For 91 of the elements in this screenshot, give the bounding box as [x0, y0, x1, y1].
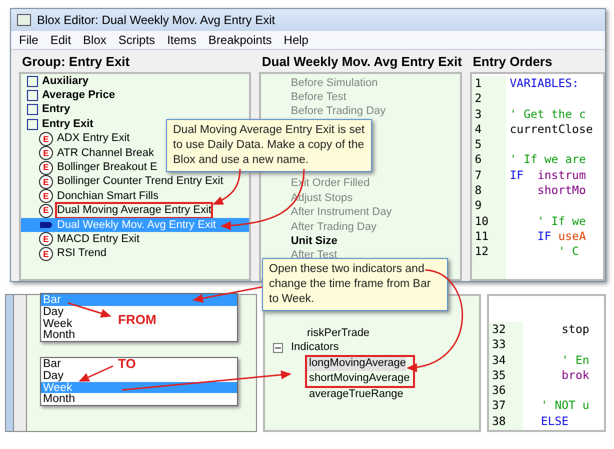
line-number: 1	[474, 76, 483, 92]
blox-list-item[interactable]: E MACD Entry Exit	[21, 232, 249, 247]
e-badge: E	[39, 204, 53, 218]
e-badge: E	[39, 160, 53, 175]
indicator-item[interactable]: longMovingAverage	[307, 356, 406, 372]
listbox-option[interactable]: Month	[43, 329, 75, 342]
menu-item[interactable]: Breakpoints	[202, 33, 278, 47]
arrow	[192, 286, 262, 303]
line-number: 35	[491, 368, 507, 384]
code-line: ' NOT u	[540, 398, 590, 414]
arrow	[78, 365, 114, 382]
code-line: ' If we are	[510, 152, 587, 168]
menu-item[interactable]: Blox	[77, 33, 112, 47]
line-number: 34	[491, 352, 507, 368]
line-number: 4	[474, 122, 483, 138]
square-icon	[27, 118, 38, 130]
annotation-label: FROM	[118, 312, 156, 327]
pill-icon	[40, 222, 52, 228]
e-badge: E	[39, 189, 53, 204]
code-line: ' C	[557, 244, 580, 260]
indicator-item[interactable]: averageTrueRange	[307, 388, 404, 402]
event-item[interactable]: Before Simulation	[260, 76, 378, 90]
e-badge: E	[39, 146, 53, 160]
listbox-option[interactable]: Month	[43, 393, 75, 406]
panel-heading: Dual Weekly Mov. Avg Entry Exit	[260, 54, 462, 71]
line-number: 7	[474, 168, 483, 184]
app-icon	[17, 14, 31, 26]
blox-list-item[interactable]: E RSI Trend	[21, 246, 249, 262]
event-item[interactable]: Before Trading Day	[260, 104, 386, 120]
blox-list-item[interactable]: Entry	[21, 102, 249, 118]
menu-item[interactable]: Help	[278, 33, 314, 47]
menu-item[interactable]: Items	[161, 33, 202, 47]
e-badge: E	[39, 174, 53, 189]
tree-item[interactable]: riskPerTrade	[273, 326, 370, 340]
line-number: 3	[474, 106, 483, 122]
line-number: 8	[474, 183, 483, 198]
blox-list-item[interactable]: Average Price	[21, 88, 249, 103]
line-number: 9	[474, 198, 483, 214]
line-number: 5	[474, 137, 483, 152]
code-line: IF useA	[536, 228, 587, 244]
e-badge: E	[39, 132, 53, 146]
line-number: 10	[474, 214, 490, 229]
menu-item[interactable]: File	[13, 33, 44, 47]
event-item[interactable]: Unit Size	[260, 234, 338, 249]
e-badge: E	[39, 232, 53, 246]
listbox-option[interactable]: Bar	[43, 358, 61, 370]
event-item[interactable]: Before Test	[260, 90, 346, 105]
listbox-option[interactable]: Day	[43, 306, 64, 318]
code-line: shortMo	[536, 183, 587, 198]
line-number: 38	[491, 414, 507, 430]
line-number: 2	[474, 91, 483, 107]
code-line: currentClose	[510, 122, 593, 138]
line-number: 37	[491, 398, 507, 414]
line-number: 36	[491, 383, 507, 398]
square-icon	[27, 104, 38, 116]
tree-item[interactable]: Indicators	[273, 340, 339, 355]
line-number: 33	[491, 337, 507, 353]
code-line: ' If we	[536, 214, 587, 229]
window-title: Blox Editor: Dual Weekly Mov. Avg Entry Exit	[37, 13, 276, 27]
e-badge: E	[39, 246, 53, 261]
panel-heading: Entry Orders	[472, 54, 554, 71]
blox-list-item[interactable]: E Bollinger Counter Trend Entry Exit	[21, 174, 249, 190]
event-item[interactable]: After Trading Day	[260, 220, 376, 234]
line-number: 12	[474, 244, 490, 260]
code-line: IF instrum	[510, 168, 587, 184]
callout-tooltip: Open these two indicators and change the time frame from Bar to Week.	[262, 258, 448, 311]
code-line: ' Get the c	[510, 106, 587, 122]
line-number: 6	[474, 152, 483, 168]
code-line: brok	[560, 368, 590, 384]
square-icon	[27, 90, 38, 102]
blox-list-item[interactable]: E Dual Moving Average Entry Exit	[21, 204, 249, 218]
code-line: stop	[560, 322, 590, 338]
annotation-label: TO	[118, 356, 136, 371]
event-item[interactable]: After Instrument Day	[260, 206, 392, 220]
listbox-option[interactable]: Day	[43, 370, 64, 382]
menu-item[interactable]: Edit	[44, 33, 78, 47]
blox-list-item[interactable]: Auxiliary	[21, 74, 249, 88]
arrow	[68, 302, 112, 318]
panel-heading: Group: Entry Exit	[21, 54, 131, 71]
menu-item[interactable]: Scripts	[112, 33, 162, 47]
line-number: 32	[491, 322, 507, 338]
callout-tooltip: Dual Moving Average Entry Exit is set to use Daily Data. Make a copy of the Blox and use a new name.	[166, 119, 372, 172]
line-number: 11	[474, 228, 490, 244]
square-icon	[27, 76, 38, 87]
listbox-option[interactable]: Week	[43, 318, 72, 330]
code-line: VARIABLES:	[510, 76, 580, 92]
code-line: ELSE	[540, 414, 570, 430]
collapse-icon[interactable]	[273, 342, 283, 353]
code-line: ' En	[560, 352, 590, 368]
blox-list-item[interactable]: E Donchian Smart Fills	[21, 189, 249, 204]
indicator-item[interactable]: shortMovingAverage	[307, 371, 410, 386]
